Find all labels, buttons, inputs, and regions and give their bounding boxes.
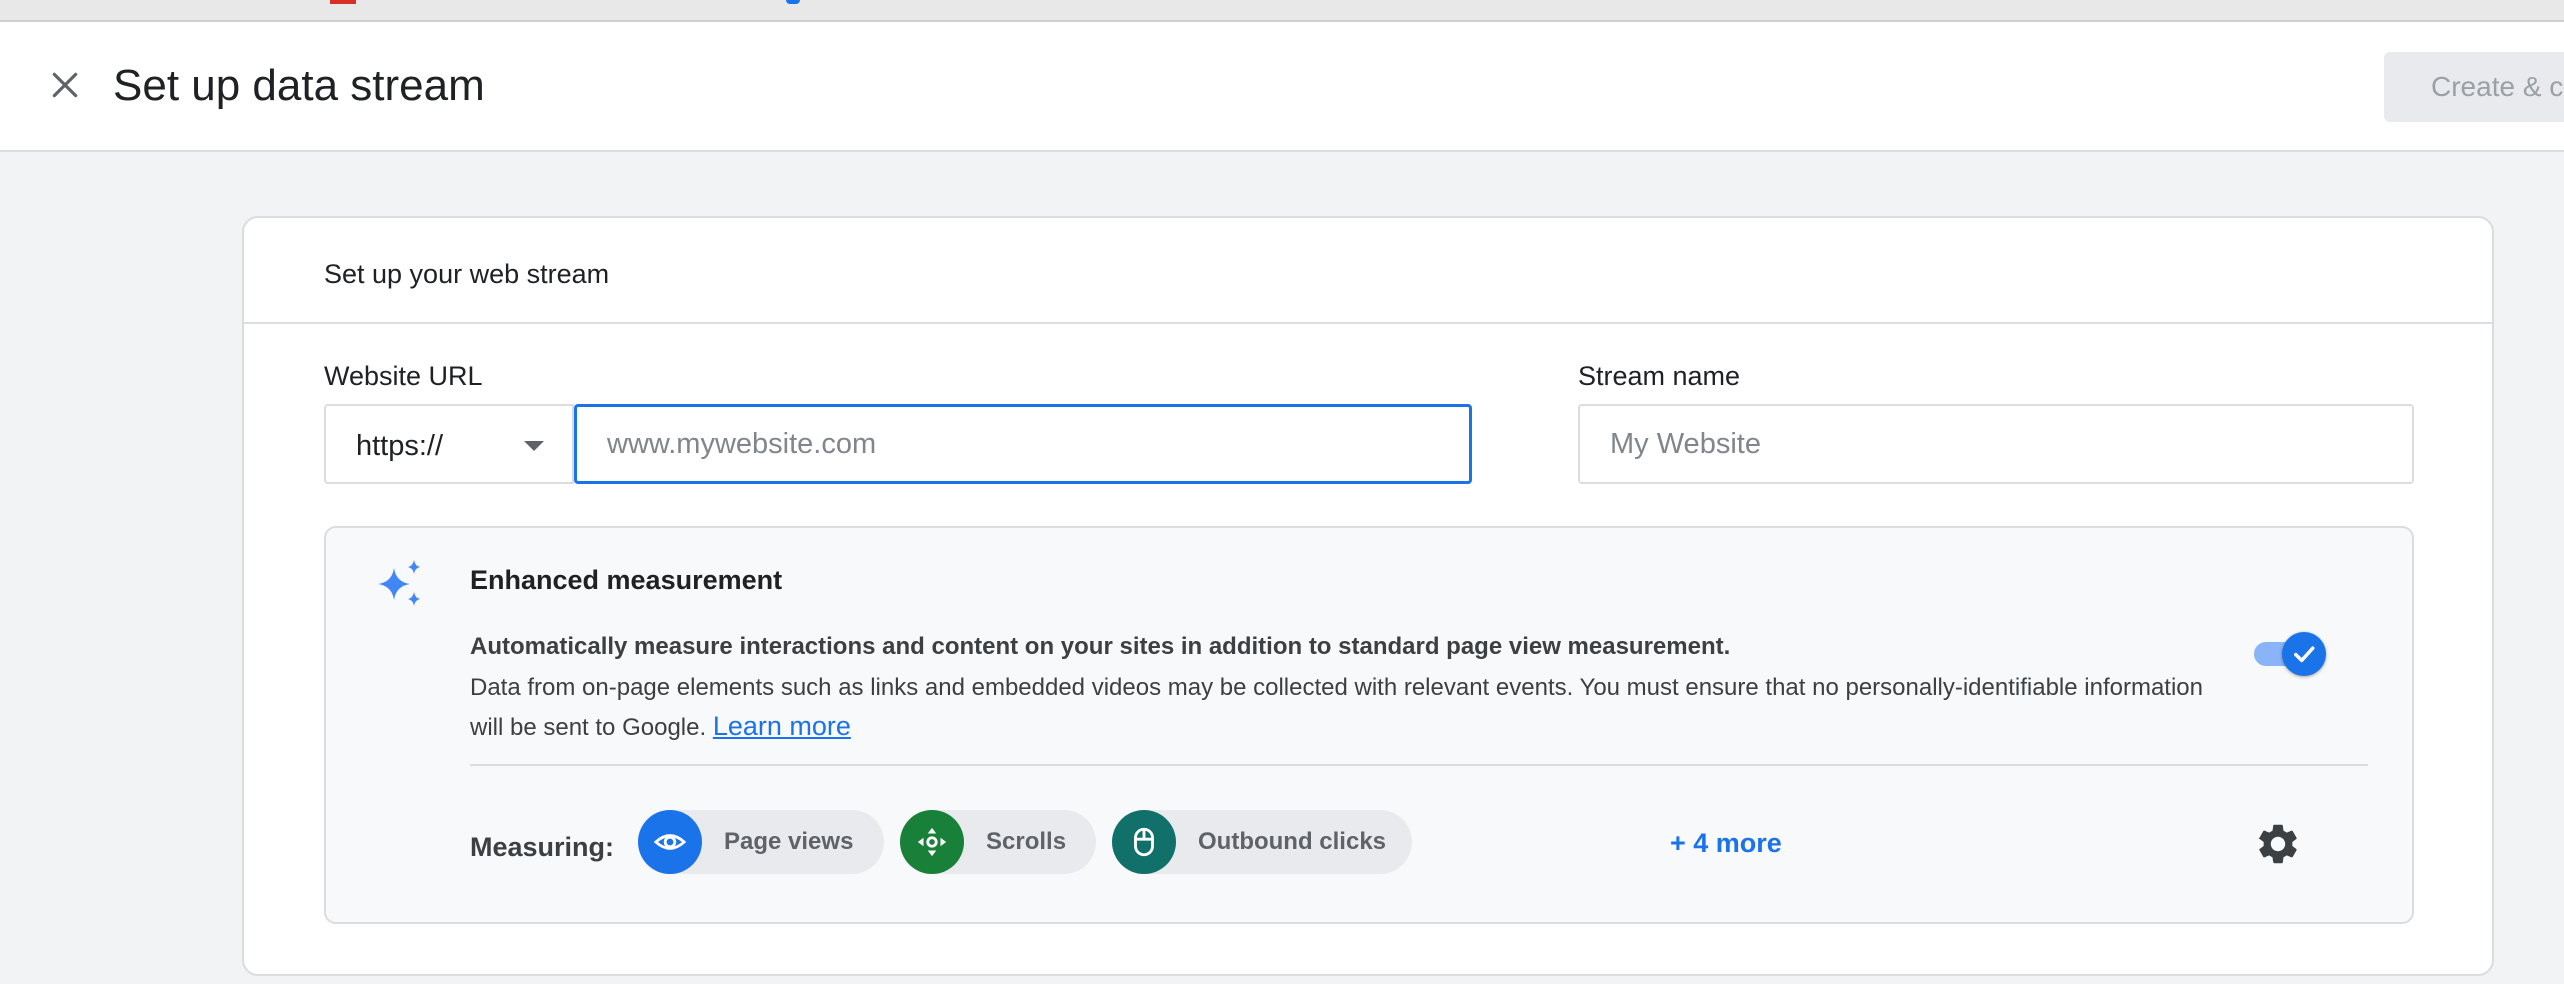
stream-name-input[interactable]	[1578, 404, 2414, 484]
chip-label: Page views	[724, 828, 854, 855]
enhanced-measurement-panel: Enhanced measurement Automatically measu…	[324, 526, 2414, 924]
measuring-label: Measuring:	[470, 832, 615, 862]
website-url-input[interactable]	[574, 404, 1472, 484]
protocol-select[interactable]: https://	[324, 404, 574, 484]
website-url-label: Website URL	[324, 361, 483, 391]
divider	[470, 764, 2368, 766]
chip-page-views[interactable]: Page views	[638, 810, 884, 874]
tab-favicon-blue	[786, 0, 800, 4]
close-icon	[52, 72, 78, 98]
enhanced-measurement-toggle[interactable]	[2250, 632, 2326, 676]
chip-label: Outbound clicks	[1198, 828, 1387, 855]
enhanced-measurement-summary: Automatically measure interactions and c…	[470, 633, 1731, 660]
protocol-value: https://	[356, 430, 444, 462]
settings-button[interactable]	[2254, 820, 2302, 868]
eye-icon	[638, 810, 702, 874]
page-header: Set up data stream Create & c	[0, 22, 2564, 152]
mouse-icon	[1112, 810, 1176, 874]
enhanced-measurement-title: Enhanced measurement	[470, 565, 783, 595]
checkmark-icon	[2294, 646, 2315, 663]
browser-tab-strip	[0, 0, 2564, 22]
more-events-link[interactable]: + 4 more	[1670, 827, 1782, 859]
card-header: Set up your web stream	[244, 218, 2492, 324]
create-and-continue-button[interactable]: Create & c	[2384, 52, 2564, 122]
chip-label: Scrolls	[986, 828, 1067, 855]
chip-scrolls[interactable]: Scrolls	[900, 810, 1096, 874]
page-title: Set up data stream	[113, 61, 485, 110]
scroll-arrows-icon	[900, 810, 964, 874]
toggle-knob	[2282, 632, 2326, 676]
dropdown-caret-icon	[524, 441, 544, 451]
chip-outbound-clicks[interactable]: Outbound clicks	[1112, 810, 1412, 874]
learn-more-link[interactable]: Learn more	[713, 711, 851, 741]
enhanced-measurement-description: Data from on-page elements such as links…	[470, 668, 2230, 747]
tab-favicon-red	[330, 0, 356, 4]
stream-name-label: Stream name	[1578, 361, 1741, 391]
sparkle-icon	[378, 560, 420, 606]
card-title: Set up your web stream	[324, 259, 610, 289]
close-button[interactable]	[40, 60, 90, 110]
web-stream-card: Set up your web stream Website URL https…	[242, 216, 2494, 976]
gear-icon	[2258, 824, 2297, 864]
